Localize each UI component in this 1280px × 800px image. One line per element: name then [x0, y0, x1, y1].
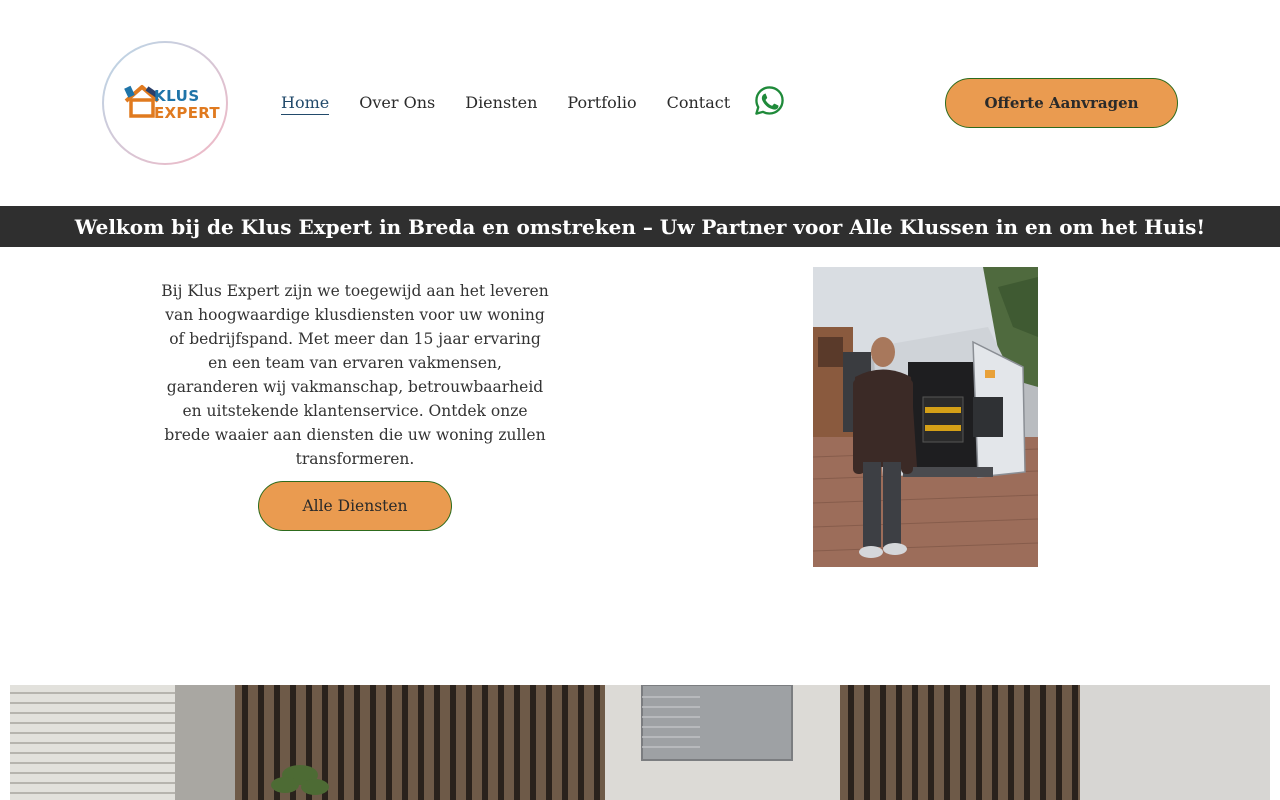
nav-item-diensten[interactable]: Diensten	[465, 92, 537, 115]
team-photo	[813, 267, 1038, 567]
welcome-banner: Welkom bij de Klus Expert in Breda en om…	[0, 206, 1280, 247]
welcome-banner-text: Welkom bij de Klus Expert in Breda en om…	[74, 214, 1206, 239]
main-nav: Home Over Ons Diensten Portfolio Contact	[281, 92, 730, 115]
interior-photo-image	[10, 685, 1270, 800]
logo[interactable]: KLUS EXPERT	[102, 41, 228, 165]
nav-item-portfolio[interactable]: Portfolio	[567, 92, 636, 115]
logo-text: KLUS EXPERT	[154, 89, 220, 121]
nav-item-over-ons[interactable]: Over Ons	[359, 92, 435, 115]
whatsapp-icon[interactable]	[754, 85, 785, 116]
all-services-button[interactable]: Alle Diensten	[258, 481, 452, 531]
nav-item-home[interactable]: Home	[281, 92, 330, 115]
quote-request-button[interactable]: Offerte Aanvragen	[945, 78, 1178, 128]
logo-line-2: EXPERT	[154, 104, 220, 122]
site-header: KLUS EXPERT Home Over Ons Diensten Portf…	[0, 0, 1280, 206]
logo-badge: KLUS EXPERT	[104, 43, 226, 163]
interior-photo	[10, 685, 1270, 800]
team-photo-image	[813, 267, 1038, 567]
intro-paragraph: Bij Klus Expert zijn we toegewijd aan he…	[161, 282, 549, 468]
nav-item-contact[interactable]: Contact	[667, 92, 731, 115]
logo-line-1: KLUS	[154, 87, 200, 105]
